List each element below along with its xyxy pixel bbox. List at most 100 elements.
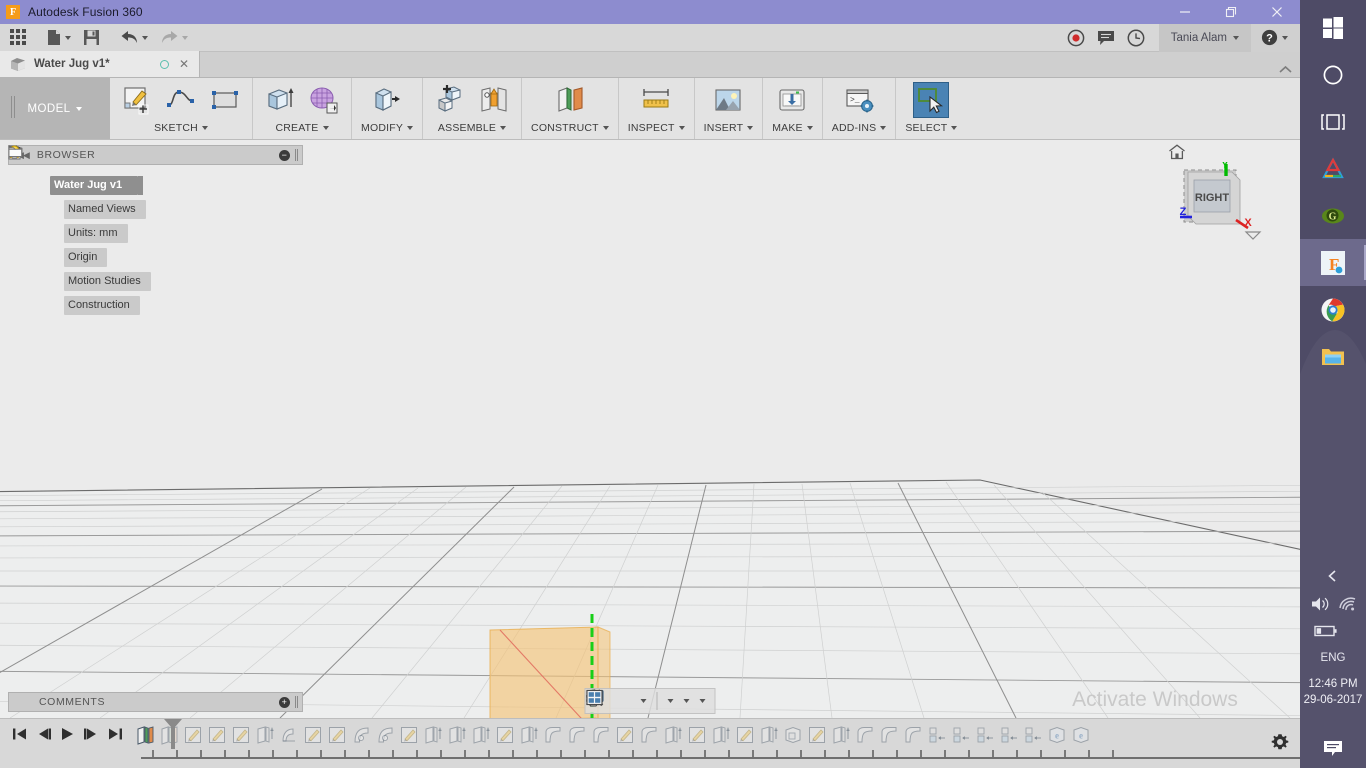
wifi-icon[interactable] <box>1338 596 1357 612</box>
browser-tree-row-origin[interactable]: Origin <box>8 145 303 269</box>
screencast-record-button[interactable] <box>1061 24 1091 52</box>
fusion360-taskbar-button[interactable]: F <box>1300 239 1366 286</box>
browser-tree-row-root[interactable]: Water Jug v1 <box>8 145 303 197</box>
comments-resize-grip[interactable] <box>295 696 298 708</box>
collapse-ribbon-button[interactable] <box>1279 65 1300 77</box>
timeline-feature-item[interactable] <box>613 723 637 747</box>
save-button[interactable] <box>77 24 106 52</box>
timeline-feature-item[interactable] <box>373 723 397 747</box>
fit-button[interactable] <box>586 689 652 713</box>
timeline-feature-item[interactable]: e <box>1045 723 1069 747</box>
timeline-feature-item[interactable] <box>709 723 733 747</box>
joint-button[interactable] <box>476 82 512 118</box>
timeline-prev-button[interactable] <box>36 727 52 746</box>
autodesk-app-button[interactable] <box>1300 145 1366 192</box>
cortana-search-button[interactable] <box>1300 51 1366 98</box>
language-indicator[interactable]: ENG <box>1321 652 1346 664</box>
browser-panel-header[interactable]: ◀◀ BROWSER − <box>8 145 303 165</box>
look-at-button[interactable] <box>586 689 616 713</box>
browser-tree-row-named-views[interactable]: Named Views <box>8 145 303 221</box>
timeline-feature-strip[interactable]: ee <box>133 719 1300 768</box>
timeline-feature-item[interactable] <box>973 723 997 747</box>
timeline-feature-item[interactable] <box>205 723 229 747</box>
timeline-feature-item[interactable] <box>637 723 661 747</box>
ribbon-group-label[interactable]: CREATE <box>275 122 329 134</box>
timeline-feature-item[interactable] <box>181 723 205 747</box>
browser-row-chip[interactable]: Origin <box>8 147 108 267</box>
timeline-last-button[interactable] <box>107 727 123 746</box>
create-form-button[interactable] <box>306 82 342 118</box>
timeline-feature-item[interactable] <box>661 723 685 747</box>
timeline-feature-item[interactable] <box>493 723 517 747</box>
timeline-feature-item[interactable] <box>469 723 493 747</box>
tray-battery-row[interactable] <box>1300 618 1366 644</box>
timeline-feature-item[interactable] <box>133 723 157 747</box>
close-button[interactable] <box>1254 0 1300 24</box>
timeline-feature-item[interactable]: e <box>1069 723 1093 747</box>
timeline-feature-item[interactable] <box>421 723 445 747</box>
ribbon-group-label[interactable]: SELECT <box>905 122 958 134</box>
timeline-feature-item[interactable] <box>997 723 1021 747</box>
browser-tree-row-construction[interactable]: Construction <box>8 145 303 317</box>
clock-time[interactable]: 12:46 PM <box>1308 676 1357 692</box>
browser-row-chip[interactable]: Named Views <box>8 147 146 219</box>
browser-resize-grip[interactable] <box>295 149 298 161</box>
display-settings-button[interactable] <box>586 689 679 713</box>
component-row-chip[interactable]: Water Jug v1 <box>8 145 139 195</box>
spline-button[interactable] <box>163 82 199 118</box>
timeline-feature-item[interactable] <box>589 723 613 747</box>
create-sketch-button[interactable] <box>119 82 155 118</box>
timeline-next-button[interactable] <box>83 727 99 746</box>
3d-print-button[interactable] <box>774 82 810 118</box>
file-explorer-taskbar-button[interactable] <box>1300 333 1366 380</box>
maximize-restore-button[interactable] <box>1208 0 1254 24</box>
job-status-button[interactable] <box>1121 24 1159 52</box>
timeline-feature-item[interactable] <box>877 723 901 747</box>
timeline-first-button[interactable] <box>12 727 28 746</box>
action-center-button[interactable] <box>1300 730 1366 768</box>
chrome-taskbar-button[interactable] <box>1300 286 1366 333</box>
timeline-play-button[interactable] <box>60 727 75 746</box>
grid-snaps-button[interactable] <box>586 689 695 713</box>
ribbon-group-label[interactable]: ASSEMBLE <box>438 122 507 134</box>
timeline-feature-item[interactable] <box>733 723 757 747</box>
timeline-feature-item[interactable] <box>445 723 469 747</box>
browser-row-chip[interactable]: Motion Studies <box>8 147 151 291</box>
timeline-feature-item[interactable] <box>229 723 253 747</box>
timeline-feature-item[interactable] <box>325 723 349 747</box>
comments-panel-header[interactable]: COMMENTS + <box>8 692 303 712</box>
pan-button[interactable] <box>586 689 626 713</box>
start-button[interactable] <box>1300 4 1366 51</box>
tray-expand-row[interactable] <box>1300 562 1366 590</box>
speaker-icon[interactable] <box>1310 595 1330 613</box>
extrude-button[interactable] <box>262 82 298 118</box>
rectangle-button[interactable] <box>207 82 243 118</box>
view-cube[interactable]: RIGHT Y Z X <box>1160 142 1270 247</box>
help-menu-button[interactable]: ? <box>1251 23 1300 52</box>
timeline-feature-item[interactable] <box>853 723 877 747</box>
browser-row-chip[interactable]: Construction <box>8 147 140 315</box>
timeline-feature-item[interactable] <box>925 723 949 747</box>
insert-image-button[interactable] <box>710 82 746 118</box>
document-tab[interactable]: Water Jug v1* ✕ <box>0 51 200 77</box>
file-menu-button[interactable] <box>41 24 77 52</box>
timeline-feature-item[interactable] <box>397 723 421 747</box>
ribbon-group-label[interactable]: ADD-INS <box>832 122 887 134</box>
timeline-feature-item[interactable] <box>781 723 805 747</box>
close-tab-icon[interactable]: ✕ <box>177 58 191 70</box>
timeline-feature-item[interactable] <box>349 723 373 747</box>
user-account-menu[interactable]: Tania Alam <box>1158 23 1251 52</box>
undo-button[interactable] <box>114 24 154 52</box>
app-grid-button[interactable] <box>0 24 33 52</box>
timeline-feature-item[interactable] <box>517 723 541 747</box>
timeline-feature-item[interactable] <box>685 723 709 747</box>
timeline-items[interactable]: ee <box>133 723 1093 747</box>
press-pull-button[interactable] <box>369 82 405 118</box>
timeline-feature-item[interactable] <box>829 723 853 747</box>
timeline-feature-item[interactable] <box>805 723 829 747</box>
task-view-button[interactable] <box>1300 98 1366 145</box>
timeline-feature-item[interactable] <box>949 723 973 747</box>
scripts-addins-button[interactable]: >_ <box>841 82 877 118</box>
ribbon-group-label[interactable]: MAKE <box>772 122 813 134</box>
browser-tree-row-motion-studies[interactable]: Motion Studies <box>8 145 303 293</box>
